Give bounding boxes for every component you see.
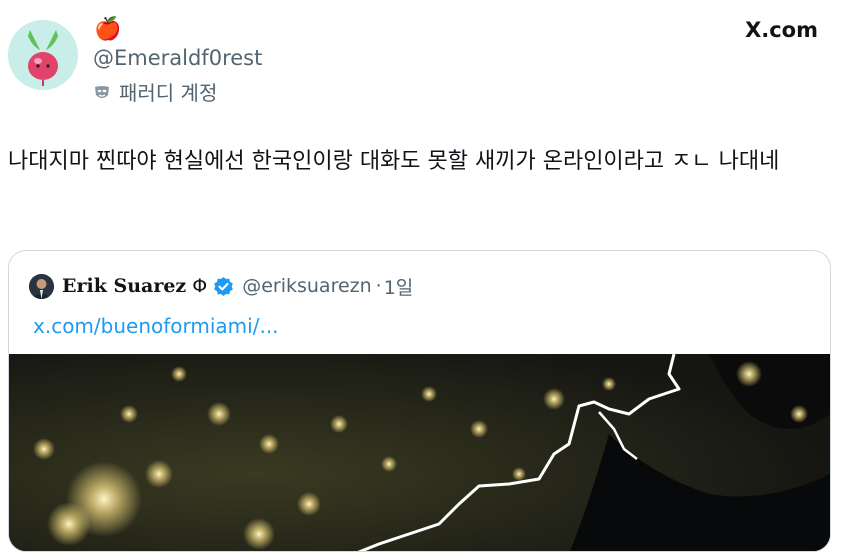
radish-avatar-icon bbox=[8, 20, 78, 90]
parody-label: 패러디 계정 bbox=[93, 77, 217, 106]
brand-label: X.com bbox=[745, 18, 818, 42]
quoted-author-name-suffix: Φ bbox=[192, 275, 208, 297]
apple-emoji: 🍎 bbox=[94, 17, 122, 42]
quoted-author-name[interactable]: Erik Suarez bbox=[62, 275, 186, 297]
parody-label-text: 패러디 계정 bbox=[119, 81, 218, 105]
quoted-tweet-media[interactable] bbox=[9, 353, 830, 551]
header-separator: · bbox=[375, 275, 382, 297]
quoted-tweet-card[interactable]: Erik Suarez Φ @eriksuarezn · 1일 x.com/bu… bbox=[8, 250, 831, 552]
satellite-night-map-image bbox=[9, 353, 830, 551]
verified-badge-icon bbox=[214, 276, 234, 296]
quoted-tweet-time[interactable]: 1일 bbox=[384, 273, 414, 300]
quoted-author-handle[interactable]: @eriksuarezn bbox=[242, 275, 371, 297]
quoted-tweet-link[interactable]: x.com/buenoformiami/... bbox=[33, 314, 279, 338]
author-avatar[interactable] bbox=[8, 20, 78, 90]
mask-icon bbox=[93, 83, 111, 101]
quoted-author-avatar[interactable] bbox=[29, 273, 54, 299]
quoted-tweet-header: Erik Suarez Φ @eriksuarezn · 1일 bbox=[29, 271, 413, 301]
tweet-text: 나대지마 찐따야 현실에선 한국인이랑 대화도 못할 새끼가 온라인이라고 ㅈㄴ… bbox=[8, 149, 780, 174]
author-handle[interactable]: @Emeraldf0rest bbox=[93, 46, 262, 70]
